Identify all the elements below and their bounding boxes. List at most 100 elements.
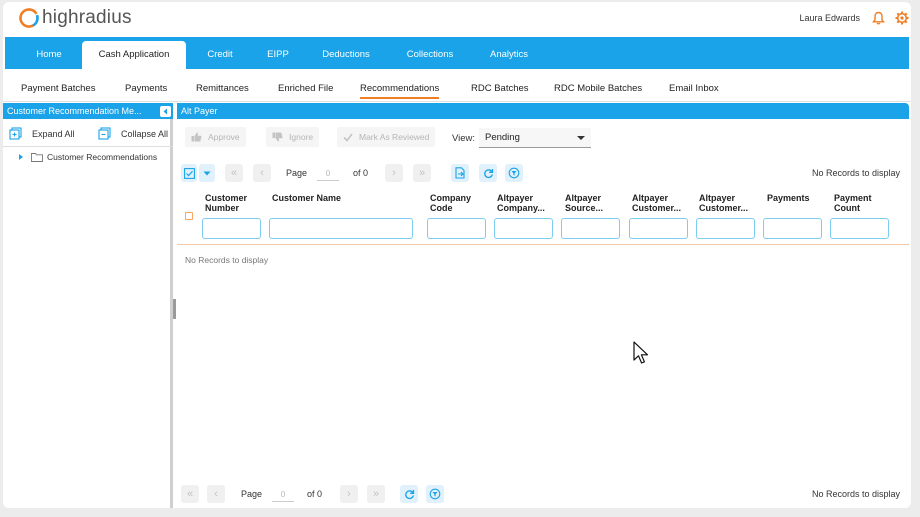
brand-name: highradius	[42, 7, 132, 28]
filter-customer-name[interactable]	[269, 218, 413, 239]
tab-deductions[interactable]: Deductions	[310, 41, 382, 69]
filter-payments[interactable]	[763, 218, 822, 239]
first-page-button-bottom[interactable]: «	[181, 485, 199, 503]
subtab-payment-batches[interactable]: Payment Batches	[21, 83, 95, 94]
refresh-icon	[404, 489, 414, 499]
bottom-pager: « ‹ Page 0 of 0 › » No Records to displa…	[177, 483, 909, 505]
last-page-button-bottom[interactable]: »	[367, 485, 385, 503]
col-altpayer-customer-1[interactable]: Altpayer Customer...	[632, 193, 681, 213]
filter-altpayer-source[interactable]	[561, 218, 620, 239]
no-records-label: No Records to display	[811, 168, 900, 178]
mark-as-reviewed-button[interactable]: Mark As Reviewed	[337, 127, 436, 147]
filter-altpayer-customer-2[interactable]	[696, 218, 755, 239]
col-altpayer-customer-2[interactable]: Altpayer Customer...	[699, 193, 748, 213]
tab-cash-application[interactable]: Cash Application	[82, 41, 186, 69]
double-chevron-left-icon: «	[230, 167, 238, 179]
tab-analytics[interactable]: Analytics	[478, 41, 540, 69]
first-page-button[interactable]: «	[225, 164, 243, 182]
left-panel-header: Customer Recommendation Me...	[3, 103, 173, 119]
approve-label: Approve	[208, 132, 240, 142]
dropdown-caret-icon	[577, 136, 585, 140]
refresh-icon	[483, 168, 493, 178]
last-page-button[interactable]: »	[413, 164, 431, 182]
gear-icon[interactable]	[895, 11, 909, 28]
check-icon	[343, 133, 353, 142]
page-label-bottom: Page	[241, 489, 263, 499]
export-icon	[454, 167, 465, 179]
col-payment-count[interactable]: Payment Count	[834, 193, 872, 213]
view-select[interactable]: Pending	[479, 128, 591, 148]
double-chevron-right-icon: »	[418, 167, 426, 179]
filter-company-code[interactable]	[427, 218, 486, 239]
filter-payment-count[interactable]	[830, 218, 889, 239]
left-panel: Customer Recommendation Me... Expand All…	[3, 103, 173, 508]
top-bar: highradius Laura Edwards	[3, 2, 911, 36]
page-number-input-bottom[interactable]: 0	[272, 486, 294, 502]
page-number-input[interactable]: 0	[317, 165, 339, 181]
folder-icon	[31, 153, 43, 162]
right-panel: Alt Payer Approve Ignore Mark As Reviewe…	[177, 103, 909, 508]
collapse-all-button[interactable]: Collapse All	[98, 127, 168, 140]
double-chevron-left-icon: «	[186, 488, 194, 500]
collapse-panel-icon[interactable]	[160, 106, 171, 117]
subtab-remittances[interactable]: Remittances	[196, 83, 249, 94]
select-menu-button[interactable]	[199, 164, 215, 182]
clear-filters-button-bottom[interactable]	[426, 485, 444, 503]
page-label: Page	[286, 168, 308, 178]
right-panel-header: Alt Payer	[177, 103, 909, 119]
filter-altpayer-company[interactable]	[494, 218, 553, 239]
grid-empty-message: No Records to display	[185, 255, 269, 265]
checkbox-icon	[183, 167, 195, 179]
col-customer-name[interactable]: Customer Name	[272, 193, 341, 203]
ignore-button[interactable]: Ignore	[266, 127, 320, 147]
tree-node-customer-recommendations[interactable]: Customer Recommendations	[17, 152, 157, 162]
previous-page-button[interactable]: ‹	[253, 164, 271, 182]
col-payments[interactable]: Payments	[767, 193, 810, 203]
panel-splitter[interactable]	[173, 299, 176, 319]
tab-credit[interactable]: Credit	[195, 41, 245, 69]
view-label: View:	[452, 133, 476, 144]
select-checkbox-button[interactable]	[181, 164, 197, 182]
refresh-button-bottom[interactable]	[400, 485, 418, 503]
subtab-rdc-batches[interactable]: RDC Batches	[471, 83, 529, 94]
subtab-recommendations[interactable]: Recommendations	[360, 83, 440, 99]
view-select-value: Pending	[485, 132, 520, 143]
filter-reset-icon	[429, 488, 441, 500]
grid-header: Customer Number Customer Name Company Code…	[177, 189, 909, 245]
top-pager: « ‹ Page 0 of 0 › » No Records to displa…	[177, 162, 909, 184]
col-customer-number[interactable]: Customer Number	[205, 193, 247, 213]
app-window: highradius Laura Edwards Home Cash Appli…	[3, 2, 911, 508]
next-page-button[interactable]: ›	[385, 164, 403, 182]
tab-home[interactable]: Home	[19, 41, 79, 69]
left-panel-title: Customer Recommendation Me...	[7, 106, 142, 116]
subtab-enriched-file[interactable]: Enriched File	[278, 83, 333, 94]
col-altpayer-company[interactable]: Altpayer Company...	[497, 193, 545, 213]
bell-icon[interactable]	[872, 11, 885, 28]
page-of-label-bottom: of 0	[307, 489, 323, 499]
thumbs-down-icon	[272, 132, 283, 142]
filter-altpayer-customer-1[interactable]	[629, 218, 688, 239]
select-all-checkbox[interactable]	[185, 212, 193, 220]
highradius-logo[interactable]: highradius	[18, 7, 132, 29]
col-altpayer-source[interactable]: Altpayer Source...	[565, 193, 603, 213]
export-button[interactable]	[451, 164, 469, 182]
user-name[interactable]: Laura Edwards	[799, 13, 860, 23]
approve-button[interactable]: Approve	[185, 127, 246, 147]
chevron-left-icon: ‹	[260, 167, 264, 179]
previous-page-button-bottom[interactable]: ‹	[207, 485, 225, 503]
expand-all-label: Expand All	[32, 128, 75, 139]
next-page-button-bottom[interactable]: ›	[340, 485, 358, 503]
chevron-left-icon: ‹	[214, 488, 218, 500]
subtab-rdc-mobile-batches[interactable]: RDC Mobile Batches	[554, 83, 642, 94]
logo-mark-icon	[19, 8, 39, 28]
tab-collections[interactable]: Collections	[397, 41, 463, 69]
col-company-code[interactable]: Company Code	[430, 193, 471, 213]
clear-filters-button[interactable]	[505, 164, 523, 182]
caret-right-icon[interactable]	[17, 153, 25, 161]
tab-eipp[interactable]: EIPP	[257, 41, 299, 69]
refresh-button[interactable]	[479, 164, 497, 182]
subtab-payments[interactable]: Payments	[125, 83, 167, 94]
expand-all-button[interactable]: Expand All	[9, 127, 75, 140]
subtab-email-inbox[interactable]: Email Inbox	[669, 83, 719, 94]
filter-customer-number[interactable]	[202, 218, 261, 239]
